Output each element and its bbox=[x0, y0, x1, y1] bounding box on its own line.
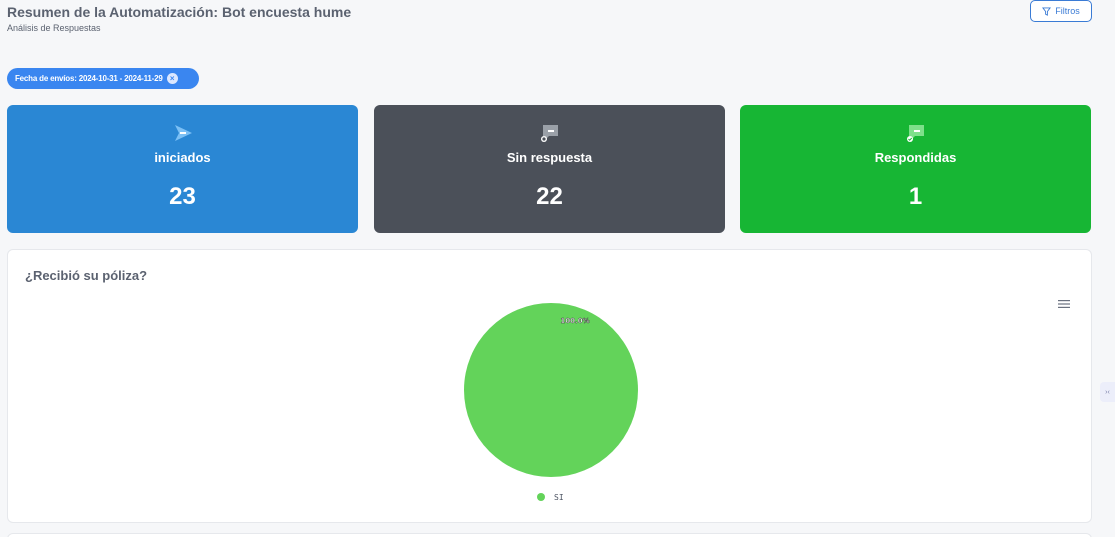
page-title: Resumen de la Automatización: Bot encues… bbox=[7, 4, 352, 20]
filters-button[interactable]: Filtros bbox=[1030, 0, 1092, 22]
stat-value: 23 bbox=[169, 183, 196, 210]
message-check-icon bbox=[906, 125, 924, 142]
legend-label[interactable]: SI bbox=[554, 493, 564, 502]
legend-marker[interactable] bbox=[537, 493, 545, 501]
message-x-icon bbox=[540, 125, 558, 142]
stat-label: Sin respuesta bbox=[506, 150, 593, 165]
send-icon bbox=[174, 125, 192, 141]
stat-value: 22 bbox=[536, 183, 563, 210]
pie-slice-si[interactable] bbox=[464, 303, 638, 477]
filters-button-label: Filtros bbox=[1055, 6, 1080, 16]
stat-label: iniciados bbox=[154, 150, 211, 165]
stat-label: Respondidas bbox=[874, 150, 957, 165]
stat-card-respondidas: Respondidas 1 bbox=[740, 105, 1091, 233]
page: Resumen de la Automatización: Bot encues… bbox=[0, 0, 1115, 537]
date-filter-chip-label: Fecha de envíos: 2024-10-31 - 2024-11-29 bbox=[15, 74, 163, 83]
filter-icon bbox=[1042, 6, 1052, 16]
page-subtitle: Análisis de Respuestas bbox=[7, 23, 101, 33]
pie-chart: 100.0% SI bbox=[464, 303, 638, 502]
chevron-collapse-icon[interactable]: ›‹ bbox=[1100, 382, 1115, 402]
close-icon[interactable]: × bbox=[166, 73, 178, 84]
stat-card-iniciados: iniciados 23 bbox=[7, 105, 358, 233]
pie-data-label: 100.0% bbox=[560, 317, 589, 325]
date-filter-chip[interactable]: Fecha de envíos: 2024-10-31 - 2024-11-29… bbox=[7, 68, 199, 89]
question-chart-panel: ¿Recibió su póliza? 100.0% SI bbox=[7, 249, 1092, 523]
next-question-panel bbox=[7, 533, 1092, 537]
stat-value: 1 bbox=[908, 183, 923, 210]
stat-card-sin-respuesta: Sin respuesta 22 bbox=[374, 105, 725, 233]
